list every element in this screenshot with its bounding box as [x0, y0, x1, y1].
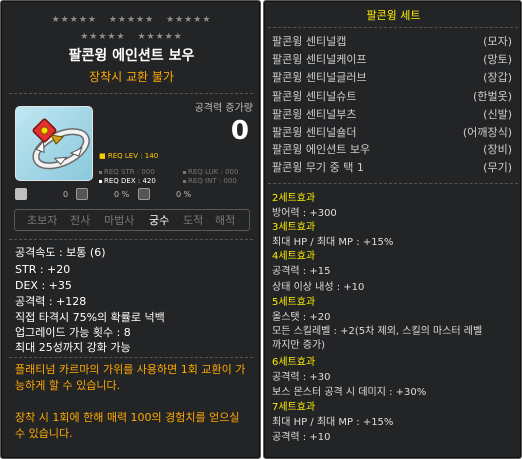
set-item-name: 팔콘윙 센티널부츠 [272, 108, 357, 121]
arrow-icon [15, 188, 27, 200]
set-item-type: (모자) [483, 35, 512, 48]
stat-attack: 공격력 : +128 [15, 295, 87, 308]
star-group: ★★★★★ [166, 15, 212, 25]
required-level: ■ REQ LEV : 140 [99, 152, 159, 160]
bullet-icon [183, 170, 186, 174]
item-description: 플래티넘 카르마의 가위를 사용하면 1회 교환이 가능하게 할 수 있습니다.… [15, 359, 251, 442]
star-force-row-1: ★★★★★ ★★★★★ ★★★★★ [1, 15, 262, 25]
stat-value: 0 % [114, 190, 130, 199]
set-item-glove: 팔콘윙 센티널글러브 (장갑) [272, 71, 512, 85]
bullet-icon [183, 179, 186, 183]
set-item-type: (무기) [483, 161, 512, 174]
set-effect-line: 까지만 증가) [272, 340, 326, 351]
stat-star-force: 최대 25성까지 강화 가능 [15, 341, 131, 354]
stat-dex: DEX : +35 [15, 279, 72, 292]
star-group: ★★★★★ [108, 15, 155, 25]
karma-scissors-note: 플래티넘 카르마의 가위를 사용하면 1회 교환이 가능하게 할 수 있습니다. [15, 363, 246, 392]
job-pirate: 해적 [215, 214, 236, 227]
attack-increase-label: 공격력 증가량 [194, 103, 253, 114]
item-name: 팔콘윙 에인션트 보우 [68, 48, 195, 64]
set-item-shoulder: 팔콘윙 센티널숄더 (어깨장식) [272, 126, 512, 140]
set-title: 팔콘윙 세트 [366, 9, 421, 22]
set-effect-header: 7세트효과 [272, 402, 316, 413]
set-effect-line: 공격력 : +30 [272, 372, 331, 383]
job-beginner: 초보자 [27, 214, 58, 227]
set-effect-line: 최대 HP / 최대 MP : +15% [272, 417, 394, 428]
set-effect-line: 보스 몬스터 공격 시 데미지 : +30% [272, 387, 427, 398]
item-icon-frame [15, 106, 93, 181]
set-item-name: 팔콘윙 센티널캡 [272, 35, 347, 48]
stat-value: 0 % [176, 190, 192, 199]
set-item-cap: 팔콘윙 센티널캡 (모자) [272, 35, 512, 49]
bow-icon [32, 118, 90, 170]
shield-icon [138, 188, 150, 200]
set-effect-line: 모든 스킬레벨 : +2(5차 제외, 스킬의 마스터 레벨 [272, 326, 483, 337]
job-warrior: 전사 [70, 214, 91, 227]
required-int: REQ INT : 000 [183, 176, 237, 186]
set-item-type: (장갑) [483, 71, 512, 84]
set-item-boots: 팔콘윙 센티널부츠 (신발) [272, 108, 512, 122]
star-group: ★★★★★ [51, 15, 97, 25]
divider [9, 93, 253, 94]
trade-restriction-label: 장착시 교환 불가 [89, 70, 174, 84]
bullet-icon [99, 179, 102, 183]
required-dex: REQ DEX : 420 [99, 176, 156, 186]
set-effect-line: 공격력 : +10 [272, 432, 331, 443]
divider [9, 239, 253, 240]
set-effect-line: 방어력 : +300 [272, 208, 337, 219]
required-luk-text: REQ LUK : 000 [188, 168, 239, 176]
stat-upgrades: 업그레이드 가능 횟수 : 8 [15, 326, 131, 339]
bullet-icon [99, 170, 102, 174]
set-item-type: (망토) [483, 53, 512, 66]
set-effect-line: 최대 HP / 최대 MP : +15% [272, 237, 394, 248]
set-item-name: 팔콘윙 센티널슈트 [272, 90, 357, 103]
set-item-name: 팔콘윙 센티널글러브 [272, 71, 367, 84]
stat-str: STR : +20 [15, 263, 71, 276]
job-thief: 도적 [183, 214, 204, 227]
stat-attack-speed: 공격속도 : 보통 (6) [15, 246, 106, 259]
attack-increase-value: 0 [230, 116, 249, 146]
divider [9, 357, 253, 358]
set-item-type: (신발) [483, 108, 512, 121]
job-archer: 궁수 [149, 214, 170, 227]
set-item-name: 팔콘윙 무기 중 택 1 [272, 161, 364, 174]
required-str-text: REQ STR : 000 [104, 168, 155, 176]
set-effect-header: 4세트효과 [272, 251, 316, 262]
set-item-type: (한벌옷) [473, 90, 512, 103]
set-item-cape: 팔콘윙 센티널케이프 (망토) [272, 53, 512, 67]
item-tooltip-panel: ★★★★★ ★★★★★ ★★★★★ ★★★★★ ★★★★★ 팔콘윙 에인션트 보… [0, 0, 261, 459]
set-item-type: (어깨장식) [462, 126, 512, 139]
set-effect-header: 2세트효과 [272, 193, 316, 204]
set-item-type: (장비) [483, 143, 512, 156]
star-group: ★★★★★ [80, 32, 126, 42]
divider [268, 27, 518, 28]
stat-knockback: 직접 타격시 75%의 확률로 넉백 [15, 311, 165, 324]
set-item-weapon: 팔콘윙 무기 중 택 1 (무기) [272, 161, 512, 175]
set-effect-header: 6세트효과 [272, 357, 316, 368]
job-requirement-bar: 초보자 전사 마법사 궁수 도적 해적 [14, 209, 250, 231]
set-item-bow: 팔콘윙 에인션트 보우 (장비) [272, 143, 512, 157]
charm-exp-note: 장착 시 1회에 한해 매력 100의 경험치를 얻으실 수 있습니다. [15, 411, 240, 440]
required-dex-text: REQ DEX : 420 [104, 177, 156, 185]
set-effect-line: 공격력 : +15 [272, 266, 331, 277]
set-info-panel: 팔콘윙 세트 팔콘윙 센티널캡 (모자) 팔콘윙 센티널케이프 (망토) 팔콘윙 센… [263, 0, 522, 459]
set-effect-header: 5세트효과 [272, 297, 316, 308]
required-level-text: REQ LEV : 140 [107, 152, 159, 160]
required-int-text: REQ INT : 000 [188, 177, 237, 185]
set-effect-header: 3세트효과 [272, 222, 316, 233]
set-item-name: 팔콘윙 센티널케이프 [272, 53, 367, 66]
star-group: ★★★★★ [137, 32, 183, 42]
box-icon [76, 188, 88, 200]
divider [268, 183, 518, 184]
set-item-name: 팔콘윙 에인션트 보우 [272, 143, 371, 156]
set-item-suit: 팔콘윙 센티널슈트 (한벌옷) [272, 90, 512, 104]
set-item-name: 팔콘윙 센티널숄더 [272, 126, 357, 139]
job-magician: 마법사 [104, 214, 135, 227]
set-effect-line: 올스탯 : +20 [272, 312, 331, 323]
star-force-row-2: ★★★★★ ★★★★★ [1, 32, 262, 42]
stat-value: 0 [63, 190, 69, 199]
set-effect-line: 상태 이상 내성 : +10 [272, 282, 365, 293]
